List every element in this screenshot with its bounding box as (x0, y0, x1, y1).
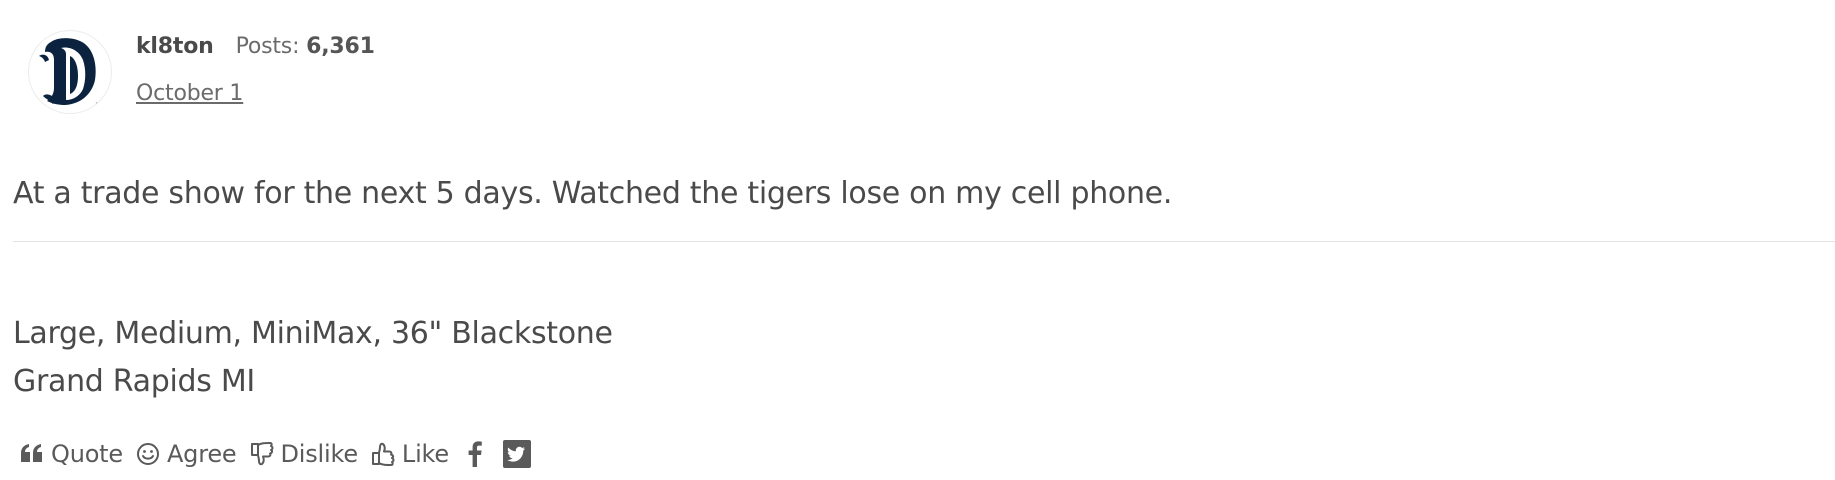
posts-count-value: 6,361 (306, 34, 375, 59)
svg-text:™: ™ (95, 102, 100, 108)
username-link[interactable]: kl8ton (136, 34, 214, 59)
like-button[interactable]: Like (371, 440, 449, 468)
quote-icon (21, 444, 42, 462)
detroit-tigers-logo-icon: ™ (39, 38, 100, 108)
signature-line: Large, Medium, MiniMax, 36" Blackstone (13, 316, 613, 351)
quote-label: Quote (51, 440, 123, 468)
dislike-label: Dislike (280, 440, 359, 468)
post-actions: Quote Agree Dislike Like (20, 440, 552, 468)
agree-button[interactable]: Agree (136, 440, 237, 468)
post-content: At a trade show for the next 5 days. Wat… (13, 176, 1173, 211)
agree-label: Agree (166, 440, 237, 468)
post-count: Posts: 6,361 (236, 34, 375, 59)
dislike-button[interactable]: Dislike (250, 440, 358, 468)
share-facebook-button[interactable] (468, 441, 482, 467)
twitter-icon (502, 440, 531, 468)
signature-divider (13, 241, 1835, 242)
thumbs-down-icon (250, 442, 273, 466)
facebook-icon (468, 441, 482, 467)
post-date-link[interactable]: October 1 (136, 81, 243, 106)
signature: Large, Medium, MiniMax, 36" Blackstone G… (13, 310, 613, 406)
signature-line: Grand Rapids MI (13, 364, 255, 399)
quote-button[interactable]: Quote (20, 440, 123, 468)
author-info: kl8ton Posts: 6,361 (136, 34, 375, 59)
forum-post: ™ kl8ton Posts: 6,361 October 1 At a tra… (0, 0, 1835, 480)
thumbs-up-icon (371, 442, 395, 466)
like-label: Like (401, 440, 449, 468)
smile-icon (136, 443, 159, 465)
posts-label: Posts: (235, 34, 300, 59)
share-twitter-button[interactable] (502, 440, 531, 468)
avatar[interactable]: ™ (29, 31, 111, 113)
